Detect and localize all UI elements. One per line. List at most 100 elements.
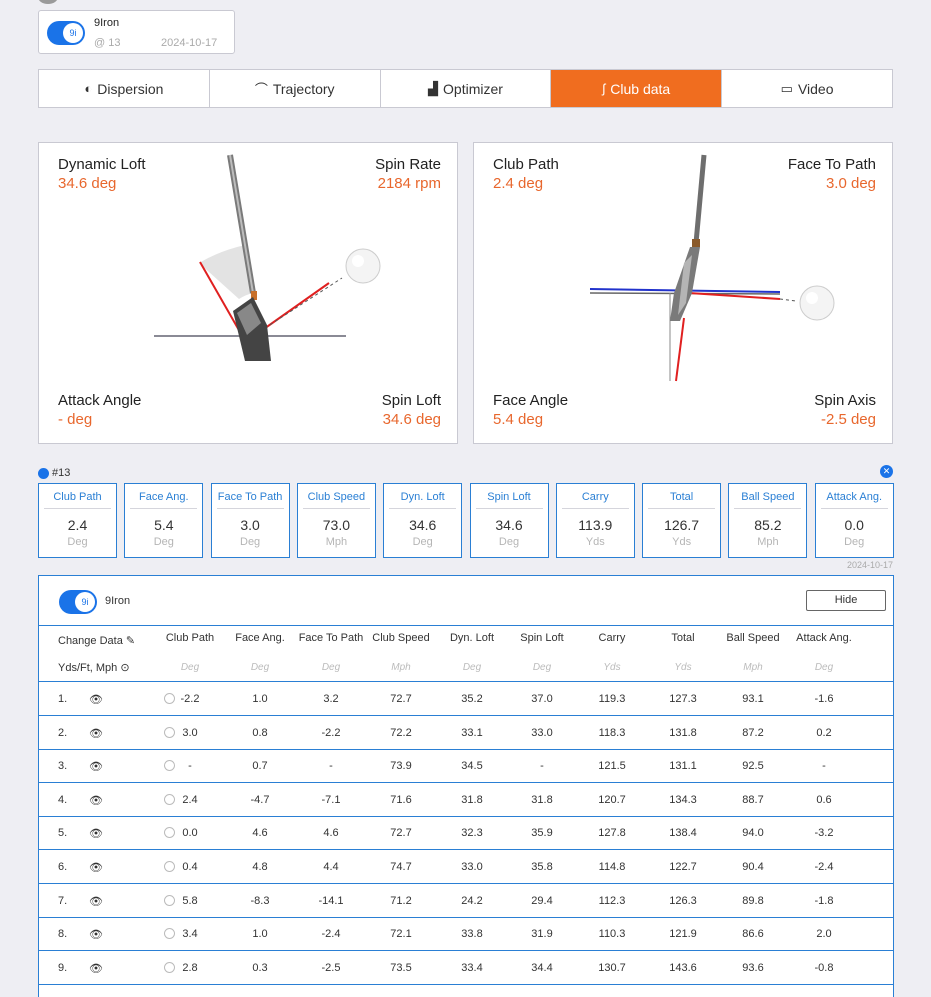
eye-icon[interactable]: 👁 bbox=[89, 895, 103, 908]
club-icon: ʃ bbox=[602, 81, 606, 96]
table-cell: 93.1 bbox=[742, 693, 764, 705]
table-cell: 118.3 bbox=[598, 726, 626, 739]
column-header[interactable]: Face Ang. bbox=[225, 633, 295, 644]
summary-card-unit: Yds bbox=[672, 536, 692, 548]
ball-direction bbox=[779, 298, 797, 302]
golf-ball bbox=[799, 285, 835, 321]
table-row[interactable]: 8. 👁 3.4 1.0 -2.4 72.1 33.8 31.9 110.3 121.9 86.6 2… bbox=[39, 917, 893, 952]
tab-dispersion[interactable]: ◐ Dispersion bbox=[39, 70, 210, 107]
summary-card[interactable]: Face To Path 3.0 Deg bbox=[210, 483, 290, 558]
face-to-path-value: 3.0 deg bbox=[825, 175, 876, 192]
table-row[interactable]: 7. 👁 5.8 -8.3 -14.1 71.2 24.2 29.4 112.3 126.3 89.… bbox=[39, 884, 893, 918]
face-angle-line bbox=[675, 317, 685, 382]
summary-card[interactable]: Total 126.7 Yds bbox=[642, 483, 722, 558]
table-cell: 2.4 bbox=[182, 793, 198, 806]
hide-button[interactable]: Hide bbox=[806, 590, 886, 611]
table-cell: -2.4 bbox=[321, 928, 341, 941]
table-row[interactable]: 1. 👁 -2.2 1.0 3.2 72.7 35.2 37.0 119.3 127.3 93.1 -… bbox=[39, 682, 893, 716]
table-club-badge: 9i bbox=[75, 592, 95, 612]
eye-icon[interactable]: 👁 bbox=[89, 760, 103, 773]
view-tabs: ◐ Dispersion ⌒ Trajectory ▟ Optimizer ʃ Club… bbox=[38, 69, 893, 108]
summary-card-label: Face To Path bbox=[216, 491, 284, 509]
column-header[interactable]: Attack Ang. bbox=[789, 633, 859, 644]
tab-club-data[interactable]: ʃ Club data bbox=[551, 70, 723, 107]
eye-icon[interactable]: 👁 bbox=[89, 727, 103, 740]
tab-trajectory[interactable]: ⌒ Trajectory bbox=[210, 70, 381, 107]
table-row[interactable]: 2. 👁 3.0 0.8 -2.2 72.2 33.1 33.0 118.3 131.8 87.2 0… bbox=[39, 716, 893, 750]
summary-card[interactable]: Face Ang. 5.4 Deg bbox=[124, 483, 204, 558]
table-cell: 0.3 bbox=[252, 961, 268, 974]
table-cell: 33.0 bbox=[461, 861, 483, 873]
table-row[interactable]: 9. 👁 2.8 0.3 -2.5 73.5 33.4 34.4 130.7 143.6 93.6 -… bbox=[39, 951, 893, 985]
table-club-toggle[interactable]: 9i bbox=[59, 590, 97, 614]
eye-icon[interactable]: 👁 bbox=[89, 794, 103, 807]
table-cell: -14.1 bbox=[318, 894, 344, 907]
table-cell: 29.4 bbox=[531, 894, 553, 907]
table-cell: 130.7 bbox=[598, 961, 626, 974]
table-cell: 4.6 bbox=[323, 827, 339, 840]
summary-card[interactable]: Club Path 2.4 Deg bbox=[38, 483, 117, 558]
table-cell: 34.5 bbox=[461, 760, 483, 773]
table-cell: 143.6 bbox=[669, 961, 697, 974]
eye-icon[interactable]: 👁 bbox=[89, 962, 103, 975]
table-cell: 3.4 bbox=[182, 928, 198, 941]
table-cell: -2.2 bbox=[321, 726, 341, 739]
column-header[interactable]: Dyn. Loft bbox=[437, 633, 507, 644]
table-cell: 35.8 bbox=[531, 861, 553, 873]
table-cell: - bbox=[329, 760, 333, 773]
summary-card[interactable]: Ball Speed 85.2 Mph bbox=[728, 483, 808, 558]
summary-card-unit: Deg bbox=[498, 536, 520, 548]
table-cell: 33.8 bbox=[461, 928, 483, 941]
table-row[interactable]: 6. 👁 0.4 4.8 4.4 74.7 33.0 35.8 114.8 122.7 90.4 -2… bbox=[39, 850, 893, 884]
change-data-button[interactable]: Change Data ✎ bbox=[58, 634, 135, 647]
summary-card[interactable]: Attack Ang. 0.0 Deg bbox=[814, 483, 894, 558]
club-shaft bbox=[693, 154, 707, 244]
summary-card-label: Ball Speed bbox=[734, 491, 802, 509]
column-header[interactable]: Club Path bbox=[155, 633, 225, 644]
summary-card[interactable]: Club Speed 73.0 Mph bbox=[296, 483, 376, 558]
table-row[interactable]: 4. 👁 2.4 -4.7 -7.1 71.6 31.8 31.8 120.7 134.3 88.7… bbox=[39, 783, 893, 817]
summary-card-value: 34.6 bbox=[409, 517, 437, 533]
table-cell: 119.3 bbox=[598, 693, 626, 705]
club-ferrule bbox=[692, 239, 700, 247]
eye-icon[interactable]: 👁 bbox=[89, 861, 103, 874]
spin-axis-label: Spin Axis bbox=[814, 392, 876, 409]
table-cell: 131.8 bbox=[669, 726, 697, 739]
club-badge: 9i bbox=[63, 23, 83, 43]
attack-angle-label: Attack Angle bbox=[58, 392, 142, 409]
club-toggle[interactable]: 9i bbox=[47, 21, 85, 45]
club-selector-card[interactable]: 9i 9Iron @ 13 2024-10-17 bbox=[38, 10, 235, 54]
top-view-panel: Club Path 2.4 deg Face To Path 3.0 deg F… bbox=[473, 142, 893, 444]
column-header[interactable]: Total bbox=[648, 633, 718, 644]
close-icon[interactable]: ✕ bbox=[880, 465, 893, 478]
column-header[interactable]: Club Speed bbox=[366, 633, 436, 644]
eye-icon[interactable]: 👁 bbox=[89, 693, 103, 706]
ball-shine bbox=[806, 292, 818, 304]
table-cell: 73.9 bbox=[390, 760, 412, 773]
tab-video[interactable]: ▭ Video bbox=[722, 70, 892, 107]
table-cell: 72.1 bbox=[390, 928, 412, 941]
table-cell: -1.8 bbox=[814, 894, 834, 907]
summary-card[interactable]: Carry 113.9 Yds bbox=[555, 483, 635, 558]
table-cell: 37.0 bbox=[531, 693, 553, 705]
table-row[interactable]: 3. 👁 - 0.7 - 73.9 34.5 - 121.5 131.1 92.5 - bbox=[39, 749, 893, 784]
summary-card-value: 73.0 bbox=[322, 517, 351, 533]
eye-icon[interactable]: 👁 bbox=[89, 827, 103, 840]
summary-card[interactable]: Spin Loft 34.6 Deg bbox=[469, 483, 549, 558]
table-cell: 126.3 bbox=[669, 894, 697, 907]
summary-card-unit: Mph bbox=[757, 536, 779, 548]
units-selector[interactable]: Yds/Ft, Mph ⊙ bbox=[58, 661, 130, 674]
table-row[interactable]: 5. 👁 0.0 4.6 4.6 72.7 32.3 35.9 127.8 138.4 94.0 -3… bbox=[39, 816, 893, 851]
summary-card[interactable]: Dyn. Loft 34.6 Deg bbox=[383, 483, 463, 558]
column-header[interactable]: Spin Loft bbox=[507, 633, 577, 644]
column-header[interactable]: Face To Path bbox=[296, 633, 366, 644]
column-header[interactable]: Carry bbox=[577, 633, 647, 644]
tab-optimizer[interactable]: ▟ Optimizer bbox=[381, 70, 552, 107]
eye-icon[interactable]: 👁 bbox=[89, 928, 103, 941]
table-cell: 4.8 bbox=[252, 861, 268, 873]
tab-label: Trajectory bbox=[272, 80, 335, 97]
table-cell: 2.8 bbox=[182, 961, 198, 974]
column-header[interactable]: Ball Speed bbox=[718, 633, 788, 644]
table-cell: 0.6 bbox=[816, 793, 832, 806]
face-to-path-label: Face To Path bbox=[787, 156, 876, 173]
